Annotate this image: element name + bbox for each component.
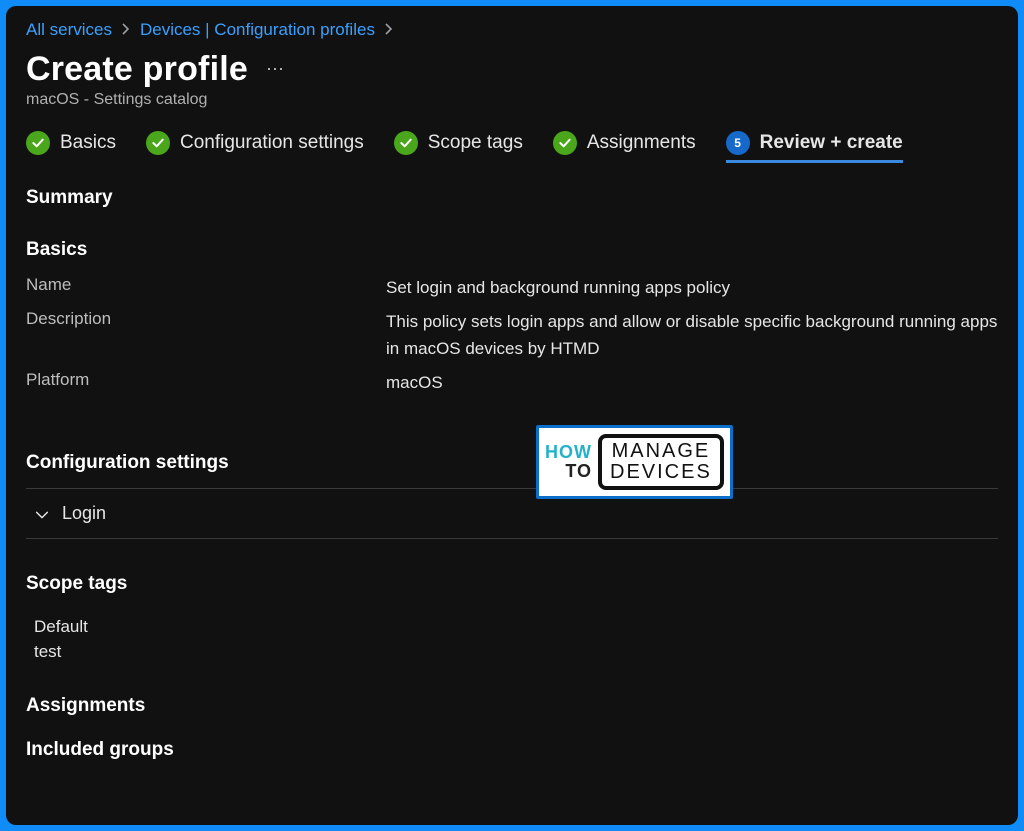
page-title-row: Create profile ⋯ bbox=[26, 50, 998, 89]
step-label: Review + create bbox=[760, 132, 903, 154]
htmd-logo: HOW TO MANAGE DEVICES bbox=[536, 425, 733, 499]
chevron-right-icon bbox=[122, 22, 130, 38]
scope-tag-item: test bbox=[34, 640, 998, 665]
basics-platform-row: Platform macOS bbox=[26, 370, 998, 396]
field-value: Set login and background running apps po… bbox=[386, 275, 998, 301]
step-basics[interactable]: Basics bbox=[26, 131, 116, 161]
step-assignments[interactable]: Assignments bbox=[553, 131, 696, 161]
field-label: Platform bbox=[26, 370, 386, 390]
step-scope-tags[interactable]: Scope tags bbox=[394, 131, 523, 161]
page-title: Create profile bbox=[26, 50, 248, 89]
step-label: Assignments bbox=[587, 132, 696, 154]
logo-text-devices: DEVICES bbox=[610, 462, 712, 483]
chevron-right-icon bbox=[385, 22, 393, 38]
basics-heading: Basics bbox=[26, 239, 998, 261]
summary-heading: Summary bbox=[26, 187, 998, 209]
scope-tags-list: Default test bbox=[26, 609, 998, 664]
collapse-label: Login bbox=[62, 503, 106, 524]
breadcrumb-all-services[interactable]: All services bbox=[26, 20, 112, 40]
step-number-badge: 5 bbox=[726, 131, 750, 155]
breadcrumb-devices-config[interactable]: Devices | Configuration profiles bbox=[140, 20, 375, 40]
field-value: This policy sets login apps and allow or… bbox=[386, 309, 998, 362]
check-icon bbox=[553, 131, 577, 155]
scope-tag-item: Default bbox=[34, 615, 998, 640]
scope-tags-heading: Scope tags bbox=[26, 573, 998, 595]
logo-text-to: TO bbox=[545, 462, 592, 481]
step-label: Scope tags bbox=[428, 132, 523, 154]
step-review-create[interactable]: 5 Review + create bbox=[726, 131, 903, 161]
config-login-collapse[interactable]: Login bbox=[26, 489, 998, 539]
check-icon bbox=[394, 131, 418, 155]
config-settings-heading: Configuration settings bbox=[26, 452, 998, 474]
page-subtitle: macOS - Settings catalog bbox=[26, 91, 998, 109]
field-label: Description bbox=[26, 309, 386, 329]
assignments-heading: Assignments bbox=[26, 695, 998, 717]
step-configuration-settings[interactable]: Configuration settings bbox=[146, 131, 364, 161]
wizard-steps: Basics Configuration settings Scope tags… bbox=[26, 131, 998, 161]
basics-description-row: Description This policy sets login apps … bbox=[26, 309, 998, 362]
chevron-down-icon bbox=[34, 507, 48, 521]
check-icon bbox=[26, 131, 50, 155]
field-label: Name bbox=[26, 275, 386, 295]
app-window: All services Devices | Configuration pro… bbox=[6, 6, 1018, 825]
step-label: Configuration settings bbox=[180, 132, 364, 154]
field-value: macOS bbox=[386, 370, 998, 396]
logo-text-manage: MANAGE bbox=[610, 441, 712, 462]
breadcrumb: All services Devices | Configuration pro… bbox=[26, 20, 998, 40]
included-groups-heading: Included groups bbox=[26, 739, 998, 761]
step-label: Basics bbox=[60, 132, 116, 154]
basics-name-row: Name Set login and background running ap… bbox=[26, 275, 998, 301]
check-icon bbox=[146, 131, 170, 155]
logo-text-how: HOW bbox=[545, 443, 592, 462]
more-actions-button[interactable]: ⋯ bbox=[262, 57, 288, 82]
